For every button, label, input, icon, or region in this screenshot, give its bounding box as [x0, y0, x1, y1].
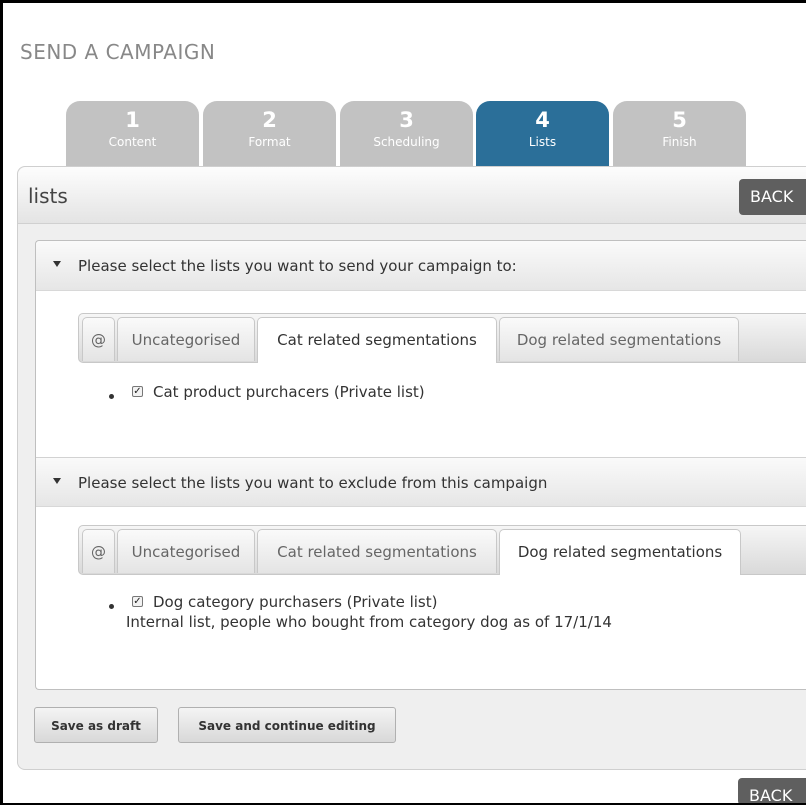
save-continue-button[interactable]: Save and continue editing — [178, 707, 396, 743]
lists-panel: lists BACK Please select the lists you w… — [17, 166, 806, 770]
step-scheduling[interactable]: 3 Scheduling — [340, 101, 473, 167]
tab-at[interactable]: @ — [82, 317, 115, 361]
list-bullet — [109, 604, 114, 609]
cat-list-label: Cat product purchacers (Private list) — [153, 383, 425, 401]
step-number: 1 — [125, 108, 140, 132]
tab-uncategorised[interactable]: Uncategorised — [117, 529, 255, 573]
step-label: Content — [108, 135, 157, 149]
include-tabs-bar: @ Uncategorised Cat related segmentation… — [78, 313, 806, 363]
tab-at[interactable]: @ — [82, 529, 115, 573]
step-finish[interactable]: 5 Finish — [613, 101, 746, 167]
dog-list-description: Internal list, people who bought from ca… — [126, 613, 612, 631]
exclude-section-header[interactable]: Please select the lists you want to excl… — [36, 457, 806, 507]
step-number: 5 — [672, 108, 687, 132]
cat-list-checkbox[interactable]: ✓ — [132, 386, 143, 397]
step-lists[interactable]: 4 Lists — [476, 101, 609, 167]
step-number: 2 — [262, 108, 277, 132]
step-label: Lists — [528, 135, 557, 149]
step-label: Scheduling — [373, 135, 440, 149]
collapse-triangle-icon — [53, 478, 61, 484]
dog-list-label: Dog category purchasers (Private list) — [153, 593, 438, 611]
tab-dog-related[interactable]: Dog related segmentations — [499, 317, 739, 361]
step-content[interactable]: 1 Content — [66, 101, 199, 167]
exclude-section-heading: Please select the lists you want to excl… — [78, 474, 548, 492]
panel-header: lists BACK — [18, 167, 806, 224]
step-number: 3 — [399, 108, 414, 132]
back-button[interactable]: BACK — [739, 179, 806, 215]
step-number: 4 — [535, 108, 550, 132]
step-format[interactable]: 2 Format — [203, 101, 336, 167]
collapse-triangle-icon — [53, 261, 61, 267]
tab-cat-related[interactable]: Cat related segmentations — [257, 317, 497, 363]
list-bullet — [109, 394, 114, 399]
step-label: Format — [248, 135, 291, 149]
tab-cat-related[interactable]: Cat related segmentations — [257, 529, 497, 573]
lists-content-box: Please select the lists you want to send… — [35, 240, 806, 690]
step-label: Finish — [662, 135, 697, 149]
dog-list-checkbox[interactable]: ✓ — [132, 596, 143, 607]
include-section-header[interactable]: Please select the lists you want to send… — [36, 241, 806, 291]
tab-dog-related[interactable]: Dog related segmentations — [499, 529, 741, 575]
footer-back-button[interactable]: BACK — [738, 778, 806, 805]
include-section-heading: Please select the lists you want to send… — [78, 257, 517, 275]
tab-uncategorised[interactable]: Uncategorised — [117, 317, 255, 361]
save-draft-button[interactable]: Save as draft — [34, 707, 158, 743]
exclude-tabs-bar: @ Uncategorised Cat related segmentation… — [78, 525, 806, 575]
panel-title: lists — [28, 184, 68, 208]
page-title: SEND A CAMPAIGN — [20, 40, 216, 64]
